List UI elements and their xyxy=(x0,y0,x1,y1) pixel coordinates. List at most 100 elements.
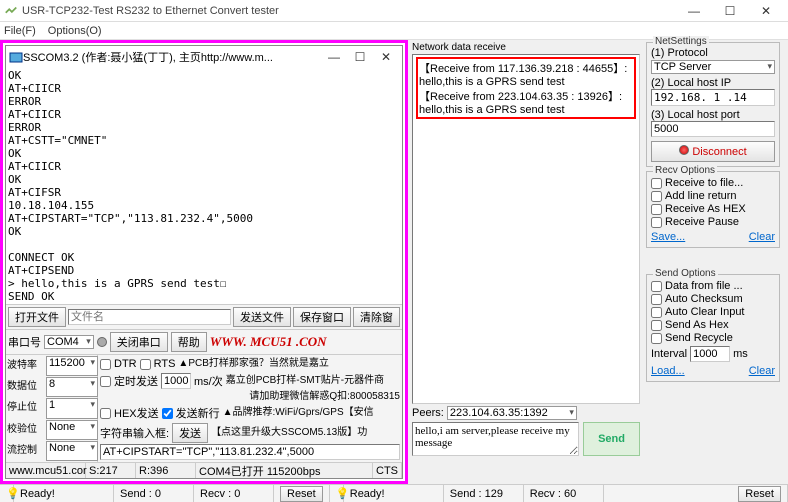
network-send-button[interactable]: Send xyxy=(583,422,640,456)
peers-select[interactable]: 223.104.63.35:1392 xyxy=(447,406,577,420)
send-file-button[interactable]: 发送文件 xyxy=(233,307,291,327)
parity-label: 校验位 xyxy=(7,420,45,440)
recv-options-legend: Recv Options xyxy=(653,165,717,176)
disconnect-button[interactable]: Disconnect xyxy=(651,141,775,162)
recv-highlight-box: 【Receive from 117.136.39.218 : 44655】: h… xyxy=(416,57,636,119)
timed-send-checkbox[interactable]: 定时发送 xyxy=(100,373,158,389)
send-options-legend: Send Options xyxy=(653,268,718,279)
disconnect-led-icon xyxy=(679,145,689,155)
databits-select[interactable]: 8 xyxy=(46,377,98,397)
parity-select[interactable]: None xyxy=(46,420,98,440)
sscom-titlebar: SSCOM3.2 (作者:聂小猛(丁丁), 主页http://www.m... … xyxy=(6,46,402,68)
sscom-overlay: SSCOM3.2 (作者:聂小猛(丁丁), 主页http://www.m... … xyxy=(0,40,408,484)
interval-unit: ms/次 xyxy=(194,373,223,389)
titlebar: USR-TCP232-Test RS232 to Ethernet Conver… xyxy=(0,0,788,22)
send-options-group: Send Options Data from file ... Auto Che… xyxy=(646,274,780,382)
filename-input[interactable] xyxy=(68,309,231,325)
status-reset-1[interactable]: Reset xyxy=(274,485,330,502)
send-newline-checkbox[interactable]: 发送新行 xyxy=(162,405,220,421)
sscom-terminal[interactable]: OK AT+CIICR ERROR AT+CIICR ERROR AT+CSTT… xyxy=(6,68,402,305)
recv-options-group: Recv Options Receive to file... Add line… xyxy=(646,171,780,248)
sscom-toolbar-file: 打开文件 发送文件 保存窗口 清除窗 xyxy=(6,305,402,330)
sscom-send-settings: DTR RTS ▲PCB打样那家强？当然就是嘉立 定时发送 ms/次 嘉立创PC… xyxy=(98,355,402,462)
status-ready-2: Ready! xyxy=(344,485,444,502)
port-led-icon xyxy=(97,337,107,347)
ad-text-2: 嘉立创PCB打样-SMT贴片-元器件商 xyxy=(226,375,384,387)
disconnect-label: Disconnect xyxy=(692,146,746,158)
recv-pause-checkbox[interactable]: Receive Pause xyxy=(651,216,775,228)
status-idle-icon-2: 💡 xyxy=(330,485,344,502)
peers-label: Peers: xyxy=(412,407,444,419)
sscom-status-port: COM4已打开 115200bps xyxy=(196,463,373,478)
protocol-select[interactable]: TCP Server xyxy=(651,60,775,74)
menu-file[interactable]: File(F) xyxy=(4,25,36,37)
network-column: Network data receive 【Receive from 117.1… xyxy=(408,40,644,484)
recv-as-hex-checkbox[interactable]: Receive As HEX xyxy=(651,203,775,215)
sscom-status-sent: S:217 xyxy=(86,463,136,478)
save-window-button[interactable]: 保存窗口 xyxy=(293,307,351,327)
flow-label: 流控制 xyxy=(7,441,45,461)
auto-checksum-checkbox[interactable]: Auto Checksum xyxy=(651,293,775,305)
ad-text-3: 请加助理微信解惑Q扣:800058315 xyxy=(249,391,400,403)
send-clear-link[interactable]: Clear xyxy=(749,365,775,377)
settings-column: NetSettings (1) Protocol TCP Server (2) … xyxy=(644,40,782,484)
baud-select[interactable]: 115200 xyxy=(46,356,98,376)
minimize-button[interactable]: — xyxy=(676,1,712,21)
sscom-icon xyxy=(9,50,23,64)
port-label: 串口号 xyxy=(8,334,41,350)
add-line-return-checkbox[interactable]: Add line return xyxy=(651,190,775,202)
status-ready-1: Ready! xyxy=(14,485,114,502)
app-icon xyxy=(4,4,18,18)
dtr-checkbox[interactable]: DTR xyxy=(100,358,137,370)
ad-text-4: ▲品牌推荐:WiFi/Gprs/GPS【安信 xyxy=(223,407,374,419)
send-load-link[interactable]: Load... xyxy=(651,365,685,377)
stopbits-label: 停止位 xyxy=(7,398,45,418)
flow-select[interactable]: None xyxy=(46,441,98,461)
hex-send-checkbox[interactable]: HEX发送 xyxy=(100,405,159,421)
status-send-2: Send : 129 xyxy=(444,485,524,502)
sscom-close[interactable]: ✕ xyxy=(373,47,399,67)
status-reset-2[interactable]: Reset xyxy=(732,485,788,502)
status-recv-1: Recv : 0 xyxy=(194,485,274,502)
sscom-status-recv: R:396 xyxy=(136,463,196,478)
open-file-button[interactable]: 打开文件 xyxy=(8,307,66,327)
sscom-toolbar-port: 串口号 COM4 关闭串口 帮助 WWW. MCU51 .CON xyxy=(6,330,402,355)
data-from-file-checkbox[interactable]: Data from file ... xyxy=(651,280,775,292)
sscom-maximize[interactable]: ☐ xyxy=(347,47,373,67)
send-as-hex-checkbox[interactable]: Send As Hex xyxy=(651,319,775,331)
sscom-title-text: SSCOM3.2 (作者:聂小猛(丁丁), 主页http://www.m... xyxy=(23,49,321,65)
stopbits-select[interactable]: 1 xyxy=(46,398,98,418)
rts-checkbox[interactable]: RTS xyxy=(140,358,176,370)
mcu51-link[interactable]: WWW. MCU51 .CON xyxy=(210,334,327,350)
network-recv-area[interactable]: 【Receive from 117.136.39.218 : 44655】: h… xyxy=(412,54,640,404)
sscom-statusbar: www.mcu51.cor S:217 R:396 COM4已打开 115200… xyxy=(6,462,402,478)
command-input[interactable] xyxy=(100,444,400,460)
string-input-label: 字符串输入框: xyxy=(100,425,169,441)
interval-input[interactable] xyxy=(161,373,191,389)
maximize-button[interactable]: ☐ xyxy=(712,1,748,21)
recv-clear-link[interactable]: Clear xyxy=(749,231,775,243)
close-port-button[interactable]: 关闭串口 xyxy=(110,332,168,352)
sscom-minimize[interactable]: — xyxy=(321,47,347,67)
clear-window-button[interactable]: 清除窗 xyxy=(353,307,400,327)
auto-clear-input-checkbox[interactable]: Auto Clear Input xyxy=(651,306,775,318)
status-idle-icon-1: 💡 xyxy=(0,485,14,502)
port-label: (3) Local host port xyxy=(651,109,775,121)
net-settings-group: NetSettings (1) Protocol TCP Server (2) … xyxy=(646,42,780,167)
sscom-send-button[interactable]: 发送 xyxy=(172,423,208,443)
recv-to-file-checkbox[interactable]: Receive to file... xyxy=(651,177,775,189)
network-send-input[interactable] xyxy=(412,422,579,456)
send-recycle-checkbox[interactable]: Send Recycle xyxy=(651,332,775,344)
protocol-label: (1) Protocol xyxy=(651,47,775,59)
port-input[interactable] xyxy=(651,121,775,137)
sscom-status-cts: CTS xyxy=(373,463,402,478)
recv-save-link[interactable]: Save... xyxy=(651,231,685,243)
menu-options[interactable]: Options(O) xyxy=(48,25,102,37)
ip-input[interactable] xyxy=(651,89,775,106)
port-select[interactable]: COM4 xyxy=(44,335,94,349)
close-button[interactable]: ✕ xyxy=(748,1,784,21)
help-button[interactable]: 帮助 xyxy=(171,332,207,352)
send-interval-input[interactable] xyxy=(690,346,730,362)
send-interval-label: Interval xyxy=(651,348,687,360)
send-interval-unit: ms xyxy=(733,348,748,360)
